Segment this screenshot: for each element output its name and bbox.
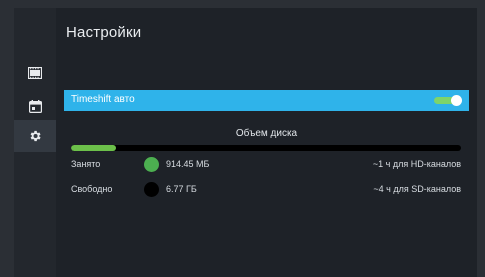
free-color-dot [144, 182, 159, 197]
timeshift-auto-row[interactable]: Timeshift авто [64, 90, 469, 111]
used-value: 914.45 МБ [166, 159, 210, 169]
used-color-dot [144, 157, 159, 172]
toggle-knob [451, 95, 462, 106]
free-label: Свободно [71, 184, 113, 194]
used-label: Занято [71, 159, 101, 169]
page-title: Настройки [66, 24, 142, 41]
disk-volume-title: Объем диска [235, 128, 298, 139]
film-icon [28, 67, 42, 79]
disk-used-row: Занято 914.45 МБ ~1 ч для HD-каналов [56, 155, 477, 175]
used-note: ~1 ч для HD-каналов [372, 159, 461, 169]
sidebar-item-schedule[interactable] [14, 90, 56, 122]
calendar-icon [28, 99, 42, 113]
timeshift-auto-toggle[interactable] [434, 95, 462, 106]
free-value: 6.77 ГБ [166, 184, 197, 194]
disk-usage-fill [71, 145, 116, 151]
sidebar [14, 8, 56, 277]
free-note: ~4 ч для SD-каналов [373, 184, 461, 194]
sidebar-item-films[interactable] [14, 57, 56, 89]
disk-usage-bar [71, 145, 461, 151]
disk-free-row: Свободно 6.77 ГБ ~4 ч для SD-каналов [56, 180, 477, 200]
sidebar-item-settings[interactable] [14, 120, 56, 152]
gear-icon [28, 129, 42, 143]
settings-panel: Настройки Timeshift авто Объем диска Зан… [56, 8, 477, 277]
timeshift-auto-label: Timeshift авто [71, 94, 135, 105]
